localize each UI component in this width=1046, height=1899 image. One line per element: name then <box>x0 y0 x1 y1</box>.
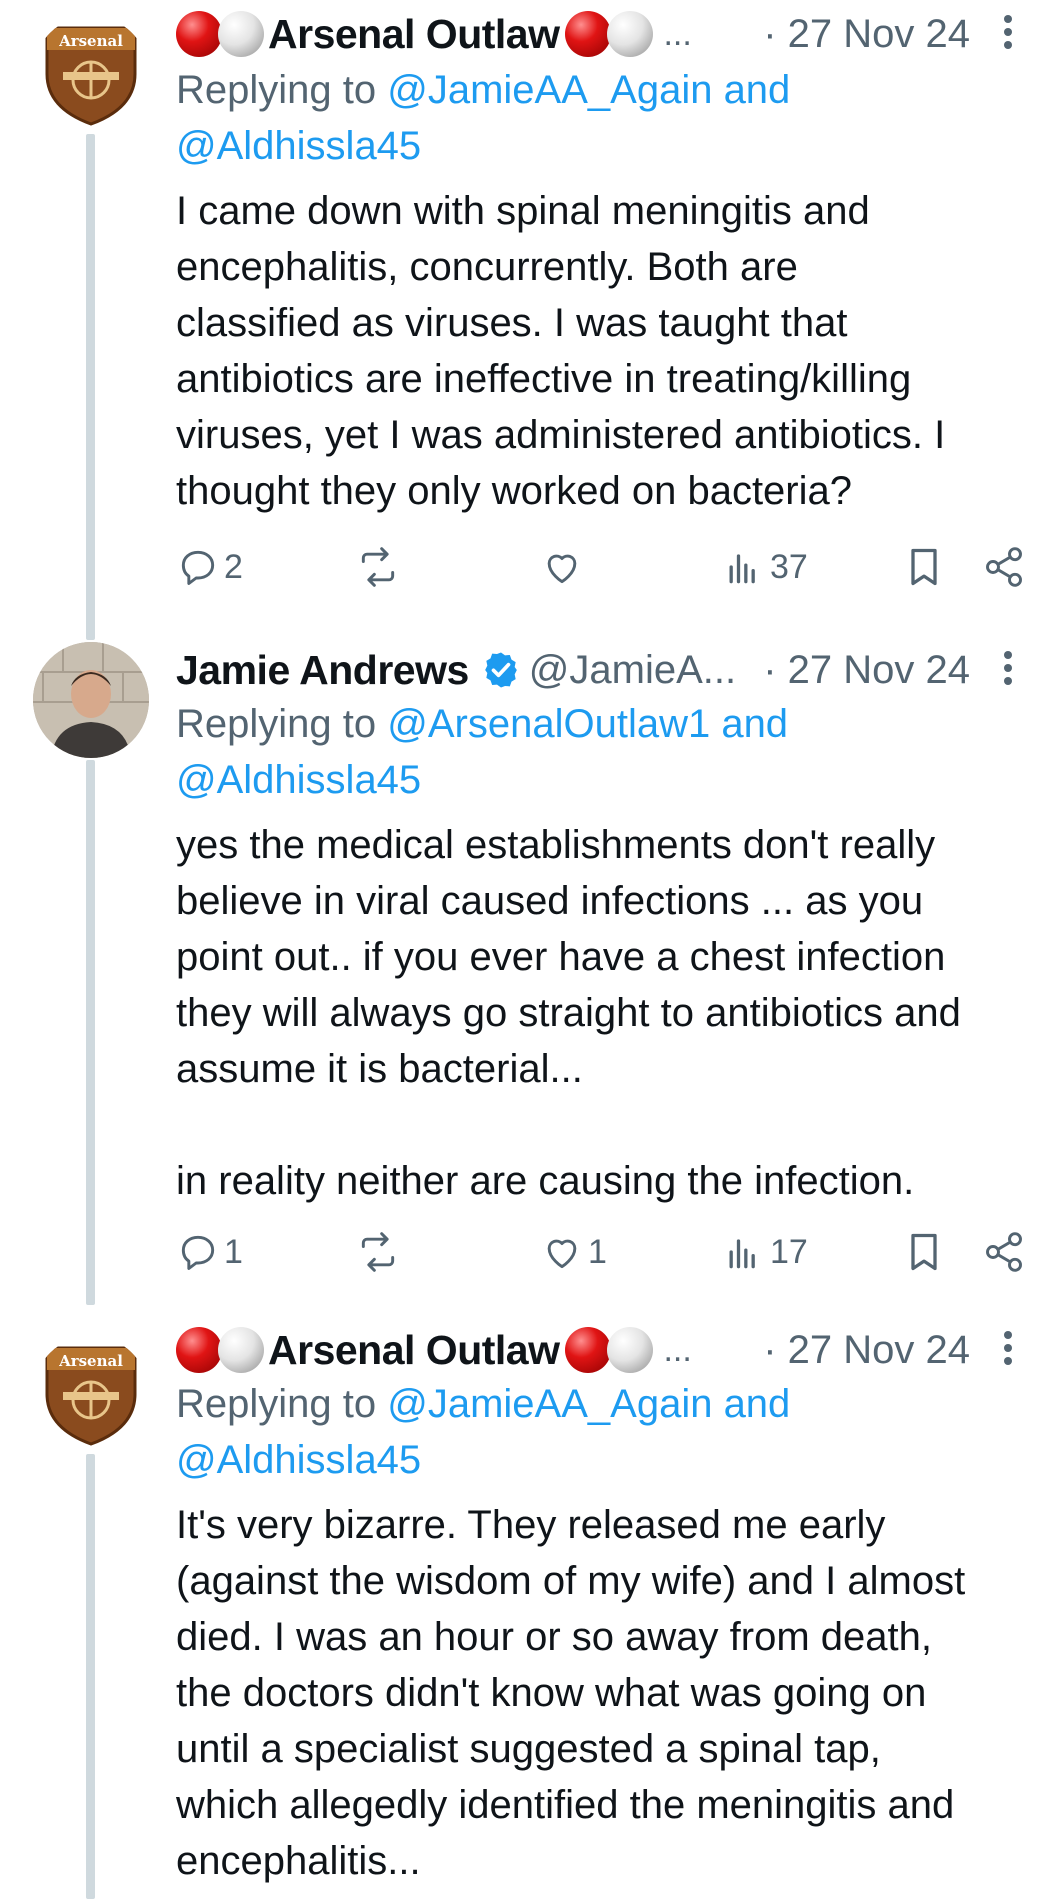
mention-link[interactable]: @Aldhissla45 <box>176 1438 421 1482</box>
replying-to: Replying to @JamieAA_Again and @Aldhissl… <box>176 62 1022 174</box>
tweet-text: It's very bizarre. They released me earl… <box>176 1503 966 1883</box>
repost-button[interactable] <box>356 1224 400 1280</box>
like-icon <box>547 1239 577 1269</box>
tweet-2[interactable]: Jamie Andrews @JamieA... · 27 Nov 24 Rep… <box>0 640 1046 1305</box>
emoji-balls <box>176 11 264 57</box>
jamie-avatar[interactable] <box>33 642 149 758</box>
author-handle[interactable]: @JamieA... <box>529 648 736 693</box>
replying-to: Replying to @ArsenalOutlaw1 and @Aldhiss… <box>176 696 1022 808</box>
reply-icon <box>181 1235 215 1270</box>
thread-line <box>86 134 95 640</box>
views-button[interactable]: 17 <box>722 1224 808 1280</box>
mention-link[interactable]: @JamieAA_Again and <box>387 1382 790 1426</box>
tweet-date[interactable]: · 27 Nov 24 <box>763 12 970 57</box>
tweet-date[interactable]: · 27 Nov 24 <box>763 648 970 693</box>
emoji-balls <box>565 11 654 57</box>
share-icon <box>986 1232 1022 1272</box>
reply-button[interactable]: 1 <box>176 1224 243 1280</box>
like-icon <box>547 554 577 584</box>
share-button[interactable] <box>982 1224 1026 1280</box>
bookmark-icon <box>911 1233 937 1271</box>
reply-count: 2 <box>224 547 243 586</box>
mention-link[interactable]: @ArsenalOutlaw1 and <box>387 702 788 746</box>
arsenal-avatar[interactable]: Arsenal <box>33 1336 149 1452</box>
like-button[interactable]: 1 <box>540 1224 607 1280</box>
author-name[interactable]: Jamie Andrews <box>176 647 469 694</box>
tweet-1[interactable]: Arsenal Arsenal Outlaw ... · 27 Nov 24 R… <box>0 0 1046 640</box>
tweet-date[interactable]: · 27 Nov 24 <box>763 1328 970 1373</box>
bookmark-button[interactable] <box>902 539 946 595</box>
bookmark-icon <box>911 548 937 586</box>
like-button[interactable] <box>540 539 584 595</box>
action-bar: 2 37 <box>176 539 1036 595</box>
tweet-text: yes the medical establishments don't rea… <box>176 823 961 1203</box>
reply-prefix: Replying to <box>176 68 388 112</box>
arsenal-avatar[interactable]: Arsenal <box>33 16 149 132</box>
svg-text:Arsenal: Arsenal <box>58 1352 123 1370</box>
views-icon <box>729 1239 755 1269</box>
name-truncation: ... <box>663 1330 692 1369</box>
tweet-text: I came down with spinal meningitis and e… <box>176 189 946 513</box>
repost-button[interactable] <box>356 539 400 595</box>
repost-icon <box>361 1232 395 1272</box>
mention-link[interactable]: @Aldhissla45 <box>176 124 421 168</box>
mention-link[interactable]: @Aldhissla45 <box>176 758 421 802</box>
share-icon <box>986 547 1022 587</box>
author-name[interactable]: Arsenal Outlaw <box>268 11 560 58</box>
emoji-balls <box>176 1327 264 1373</box>
views-count: 17 <box>770 1232 808 1271</box>
views-icon <box>729 554 755 584</box>
reply-button[interactable]: 2 <box>176 539 243 595</box>
views-button[interactable]: 37 <box>722 539 808 595</box>
action-bar: 1 1 17 <box>176 1224 1036 1280</box>
bookmark-button[interactable] <box>902 1224 946 1280</box>
replying-to: Replying to @JamieAA_Again and @Aldhissl… <box>176 1376 1022 1488</box>
author-name[interactable]: Arsenal Outlaw <box>268 1327 560 1374</box>
verified-icon <box>484 652 517 688</box>
emoji-balls <box>565 1327 654 1373</box>
thread-line <box>86 760 95 1305</box>
thread-line <box>86 1454 95 1899</box>
mention-link[interactable]: @JamieAA_Again and <box>387 68 790 112</box>
more-icon[interactable] <box>998 646 1018 690</box>
tweet-3[interactable]: Arsenal Arsenal Outlaw ... · 27 Nov 24 R… <box>0 1320 1046 1899</box>
name-truncation: ... <box>663 14 692 53</box>
more-icon[interactable] <box>998 1326 1018 1370</box>
like-count: 1 <box>588 1232 607 1271</box>
reply-icon <box>181 550 215 585</box>
repost-icon <box>361 547 395 587</box>
reply-prefix: Replying to <box>176 1382 388 1426</box>
share-button[interactable] <box>982 539 1026 595</box>
more-icon[interactable] <box>998 10 1018 54</box>
svg-text:Arsenal: Arsenal <box>58 32 123 50</box>
reply-prefix: Replying to <box>176 702 388 746</box>
reply-count: 1 <box>224 1232 243 1271</box>
views-count: 37 <box>770 547 808 586</box>
